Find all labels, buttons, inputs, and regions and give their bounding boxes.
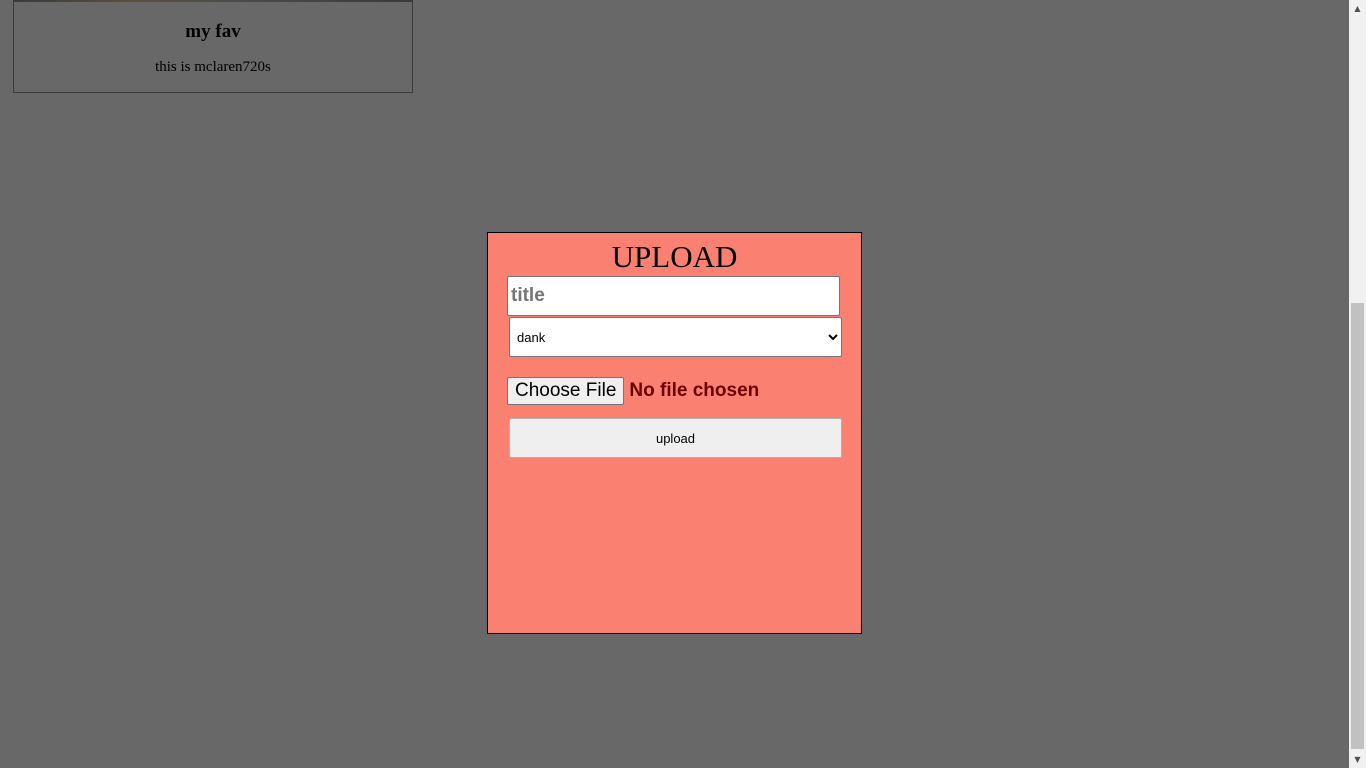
- title-input[interactable]: [507, 276, 840, 316]
- upload-heading: UPLOAD: [611, 239, 738, 274]
- choose-file-button[interactable]: Choose File: [507, 377, 625, 405]
- upload-modal: UPLOAD dank Choose File No file chosen u…: [487, 232, 862, 634]
- triangle-down-icon[interactable]: ▼: [1349, 751, 1366, 768]
- post-card[interactable]: my fav this is mclaren720s: [13, 0, 413, 93]
- vertical-scrollbar[interactable]: ▲ ▼: [1349, 0, 1366, 768]
- scrollbar-thumb[interactable]: [1351, 303, 1364, 749]
- triangle-up-icon[interactable]: ▲: [1349, 0, 1366, 17]
- post-card-description: this is mclaren720s: [155, 59, 271, 75]
- upload-submit-button[interactable]: upload: [509, 418, 842, 458]
- file-picker: Choose File No file chosen: [507, 377, 759, 405]
- file-status-text: No file chosen: [629, 380, 760, 401]
- post-card-title: my fav: [185, 21, 241, 42]
- post-card-image: [14, 0, 412, 2]
- category-select[interactable]: dank: [509, 317, 842, 357]
